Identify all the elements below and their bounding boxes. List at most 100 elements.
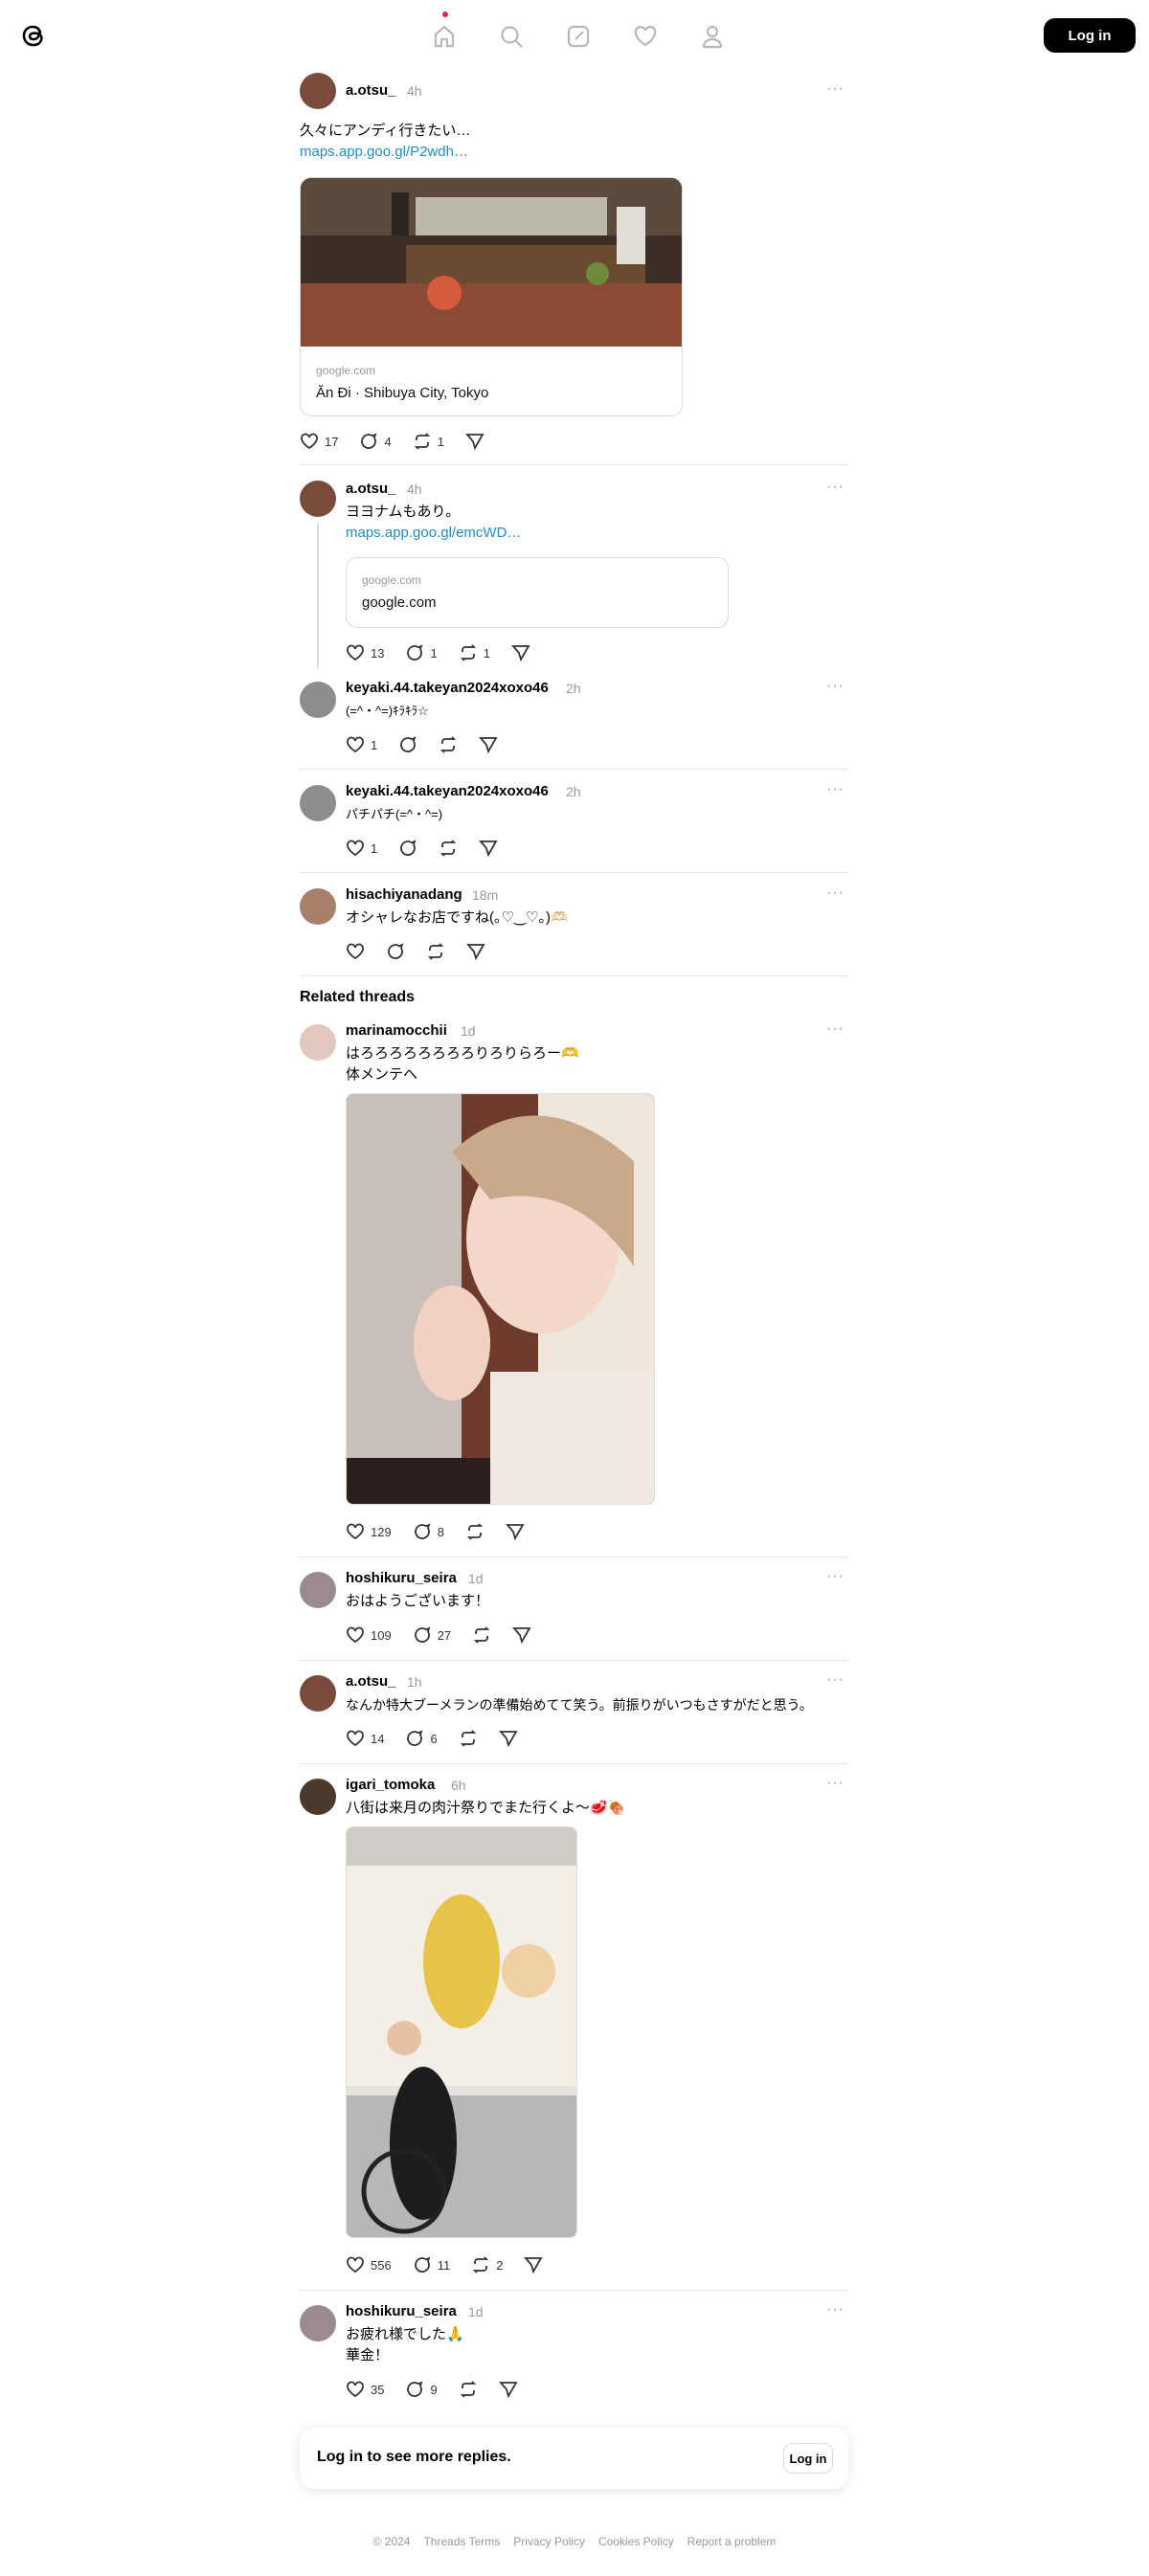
- reply-button[interactable]: 1: [405, 643, 438, 662]
- repost-button[interactable]: [459, 2380, 478, 2399]
- nav-create[interactable]: [555, 13, 601, 59]
- avatar[interactable]: [300, 73, 336, 109]
- share-button[interactable]: [510, 643, 530, 662]
- card-domain: google.com: [362, 573, 422, 587]
- like-button[interactable]: 129: [346, 1522, 392, 1541]
- reply-username[interactable]: keyaki.44.takeyan2024xoxo46: [346, 680, 549, 696]
- footer-link-cookies[interactable]: Cookies Policy: [598, 2535, 674, 2548]
- repost-button[interactable]: [459, 1729, 478, 1748]
- divider: [300, 1660, 848, 1661]
- reply-username[interactable]: hisachiyanadang: [346, 886, 462, 903]
- nav-search[interactable]: [488, 13, 534, 59]
- related-username[interactable]: igari_tomoka: [346, 1777, 435, 1793]
- like-button[interactable]: [346, 942, 365, 961]
- comment-icon: [414, 1523, 431, 1539]
- repost-button[interactable]: [439, 735, 458, 754]
- reply-username[interactable]: keyaki.44.takeyan2024xoxo46: [346, 783, 549, 799]
- avatar[interactable]: [300, 481, 336, 517]
- avatar[interactable]: [300, 682, 336, 718]
- more-options-icon[interactable]: ···: [826, 1020, 845, 1038]
- repost-button[interactable]: [439, 839, 458, 858]
- post-username[interactable]: a.otsu_: [346, 82, 396, 99]
- related-threads-heading: Related threads: [300, 989, 416, 1005]
- nav-activity[interactable]: [622, 13, 668, 59]
- repost-button[interactable]: 1: [413, 432, 444, 451]
- avatar[interactable]: [300, 888, 336, 925]
- share-button[interactable]: [524, 2255, 543, 2274]
- nav-profile[interactable]: [689, 13, 735, 59]
- like-button[interactable]: 17: [300, 432, 338, 451]
- share-button[interactable]: [498, 1729, 518, 1748]
- reply-button[interactable]: 8: [413, 1522, 444, 1541]
- more-options-icon[interactable]: ···: [826, 678, 845, 695]
- link-preview-card[interactable]: google.com google.com: [346, 557, 729, 628]
- reply-button[interactable]: 11: [413, 2255, 450, 2274]
- reply-username[interactable]: a.otsu_: [346, 481, 396, 497]
- reply-button[interactable]: 4: [359, 432, 392, 451]
- repost-button[interactable]: [472, 1625, 491, 1645]
- footer-link-report[interactable]: Report a problem: [687, 2535, 777, 2548]
- like-count: 556: [371, 2257, 392, 2273]
- share-button[interactable]: [466, 942, 485, 961]
- login-button[interactable]: Log in: [1044, 18, 1136, 53]
- like-button[interactable]: 556: [346, 2255, 392, 2274]
- post-photo[interactable]: [346, 1093, 655, 1505]
- more-options-icon[interactable]: ···: [826, 781, 845, 798]
- related-username[interactable]: hoshikuru_seira: [346, 2303, 457, 2319]
- more-options-icon[interactable]: ···: [826, 885, 845, 902]
- reply-count: 6: [430, 1731, 438, 1746]
- threads-logo-icon[interactable]: [17, 19, 50, 52]
- more-options-icon[interactable]: ···: [826, 80, 845, 98]
- divider: [300, 975, 848, 976]
- nav-home[interactable]: [421, 11, 467, 59]
- share-button[interactable]: [464, 432, 484, 451]
- avatar[interactable]: [300, 2305, 336, 2341]
- footer-link-terms[interactable]: Threads Terms: [423, 2535, 500, 2548]
- like-button[interactable]: 109: [346, 1625, 392, 1645]
- related-username[interactable]: hoshikuru_seira: [346, 1570, 457, 1586]
- more-options-icon[interactable]: ···: [826, 1671, 845, 1689]
- post-link[interactable]: maps.app.goo.gl/P2wdh…: [300, 142, 468, 163]
- send-icon: [466, 944, 485, 961]
- link-preview-card[interactable]: google.com Ăn Đi · Shibuya City, Tokyo: [300, 177, 683, 416]
- avatar[interactable]: [300, 1024, 336, 1061]
- avatar[interactable]: [300, 785, 336, 821]
- like-button[interactable]: 14: [346, 1729, 384, 1748]
- post-photo[interactable]: [346, 1826, 577, 2238]
- avatar[interactable]: [300, 1779, 336, 1815]
- footer-link-privacy[interactable]: Privacy Policy: [513, 2535, 585, 2548]
- repost-button[interactable]: 1: [459, 643, 490, 662]
- share-button[interactable]: [479, 735, 498, 754]
- more-options-icon[interactable]: ···: [826, 1775, 845, 1792]
- reply-link[interactable]: maps.app.goo.gl/emcWD…: [346, 523, 521, 544]
- related-time: 1h: [407, 1674, 422, 1690]
- repost-button[interactable]: [465, 1522, 484, 1541]
- share-button[interactable]: [505, 1522, 525, 1541]
- related-username[interactable]: a.otsu_: [346, 1673, 396, 1690]
- reply-button[interactable]: 6: [405, 1729, 438, 1748]
- share-button[interactable]: [479, 839, 498, 858]
- avatar[interactable]: [300, 1675, 336, 1712]
- reply-button[interactable]: 27: [413, 1625, 451, 1645]
- share-button[interactable]: [498, 2380, 518, 2399]
- like-button[interactable]: 1: [346, 839, 377, 858]
- more-options-icon[interactable]: ···: [826, 479, 845, 496]
- like-button[interactable]: 13: [346, 643, 384, 662]
- related-actions: 109 27: [346, 1624, 552, 1646]
- like-count: 129: [371, 1524, 392, 1539]
- avatar[interactable]: [300, 1572, 336, 1608]
- related-username[interactable]: marinamocchii: [346, 1022, 447, 1039]
- more-options-icon[interactable]: ···: [826, 1568, 845, 1585]
- more-options-icon[interactable]: ···: [826, 2301, 845, 2318]
- reply-button[interactable]: 9: [405, 2380, 438, 2399]
- like-button[interactable]: 1: [346, 735, 377, 754]
- repost-button[interactable]: 2: [471, 2255, 503, 2274]
- repost-button[interactable]: [426, 942, 445, 961]
- reply-button[interactable]: [398, 839, 417, 858]
- repost-count: 2: [496, 2257, 504, 2273]
- like-button[interactable]: 35: [346, 2380, 384, 2399]
- reply-button[interactable]: [386, 942, 405, 961]
- share-button[interactable]: [512, 1625, 531, 1645]
- login-prompt-button[interactable]: Log in: [783, 2443, 833, 2474]
- reply-button[interactable]: [398, 735, 417, 754]
